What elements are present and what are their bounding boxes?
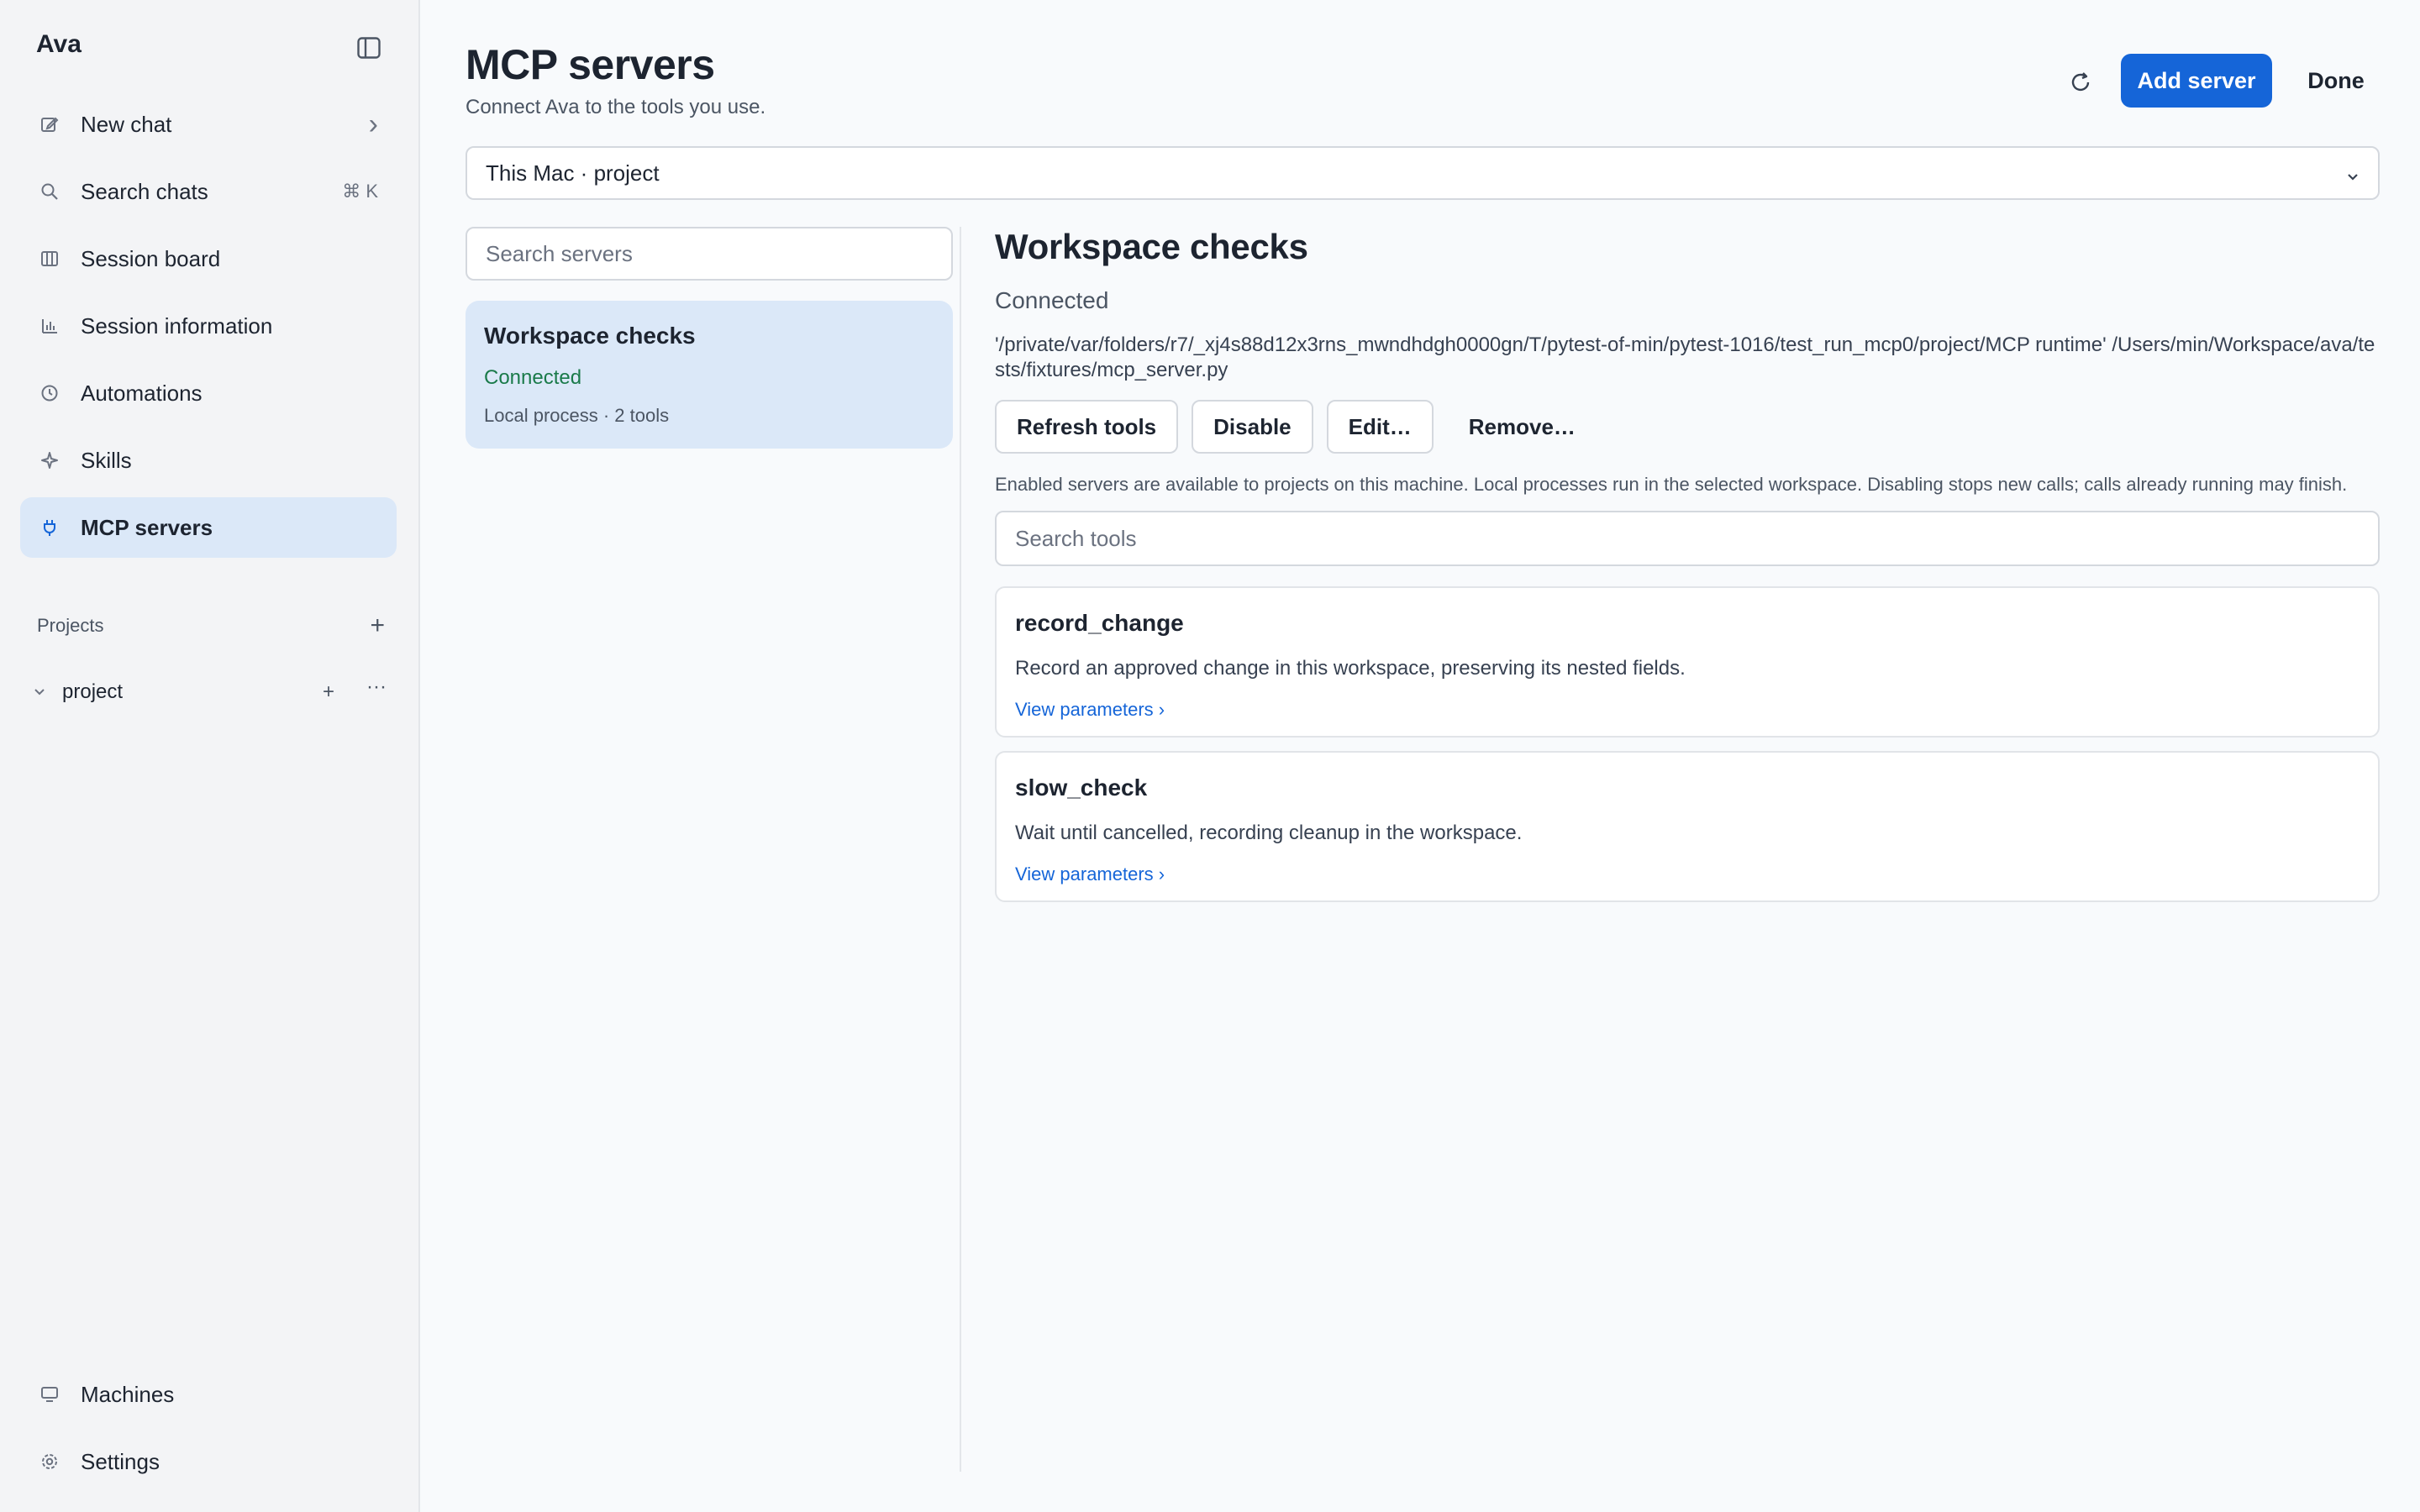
tool-name: record_change (1015, 610, 1184, 636)
chevron-down-icon[interactable] (34, 688, 52, 696)
refresh-icon[interactable] (2062, 64, 2099, 101)
chevron-down-icon (2346, 165, 2360, 191)
detail-status: Connected (995, 287, 1109, 313)
app-title: Ava (36, 30, 82, 58)
add-server-button[interactable]: Add server (2121, 54, 2272, 108)
gear-icon (37, 1449, 62, 1474)
sidebar-item-session-board[interactable]: Session board (20, 228, 397, 289)
monitor-icon (37, 1382, 62, 1407)
panel-divider (960, 227, 961, 1472)
board-icon (37, 246, 62, 271)
page-subtitle: Connect Ava to the tools you use. (466, 96, 766, 118)
sidebar-item-label: Settings (81, 1448, 160, 1474)
tool-card: slow_check Wait until cancelled, recordi… (995, 751, 2380, 902)
sidebar-bottom: Machines Settings (20, 1364, 397, 1499)
server-name: Workspace checks (484, 323, 696, 349)
remove-button[interactable]: Remove… (1447, 400, 1597, 454)
sidebar-item-label: Session information (81, 312, 273, 339)
chevron-right-icon: › (368, 108, 378, 140)
shortcut-hint: ⌘ K (342, 181, 378, 202)
tool-description: Wait until cancelled, recording cleanup … (1015, 822, 1523, 844)
detail-title: Workspace checks (995, 227, 1308, 266)
scope-select[interactable]: This Mac · project (466, 146, 2380, 200)
sidebar-item-label: Session board (81, 245, 221, 271)
refresh-tools-button[interactable]: Refresh tools (995, 400, 1179, 454)
new-project-chat-icon[interactable]: + (323, 680, 334, 704)
search-icon (37, 179, 62, 204)
sidebar-item-automations[interactable]: Automations (20, 363, 397, 423)
sidebar-item-new-chat[interactable]: New chat › (20, 94, 397, 155)
page-title: MCP servers (466, 41, 715, 88)
tool-name: slow_check (1015, 774, 1148, 801)
sidebar: Ava New chat › Search chats ⌘ K Session … (0, 0, 420, 1512)
server-meta: Local process · 2 tools (484, 405, 670, 426)
sidebar-item-search-chats[interactable]: Search chats ⌘ K (20, 161, 397, 222)
done-button[interactable]: Done (2292, 54, 2380, 108)
clock-icon (37, 381, 62, 406)
bar-chart-icon (37, 313, 62, 339)
sidebar-item-session-information[interactable]: Session information (20, 296, 397, 356)
sparkle-icon (37, 448, 62, 473)
view-parameters-link[interactable]: View parameters › (1015, 864, 1165, 885)
sidebar-item-machines[interactable]: Machines (20, 1364, 397, 1425)
sidebar-item-label: Automations (81, 380, 203, 406)
tool-description: Record an approved change in this worksp… (1015, 657, 1686, 680)
sidebar-item-skills[interactable]: Skills (20, 430, 397, 491)
tool-card: record_change Record an approved change … (995, 586, 2380, 738)
sidebar-toggle-icon[interactable] (355, 34, 383, 62)
edit-button[interactable]: Edit… (1326, 400, 1434, 454)
project-name: project (62, 680, 124, 703)
server-detail: Workspace checks Connected '/private/var… (995, 227, 2380, 902)
sidebar-item-label: Search chats (81, 178, 208, 204)
server-actions: Refresh tools Disable Edit… Remove… (995, 400, 2380, 454)
tool-search-input[interactable]: Search tools (995, 511, 2380, 566)
projects-header: Projects + (37, 612, 385, 640)
sidebar-item-label: Skills (81, 447, 132, 473)
disable-button[interactable]: Disable (1192, 400, 1313, 454)
add-project-icon[interactable]: + (370, 612, 385, 640)
more-options-icon[interactable]: ··· (366, 675, 387, 699)
sidebar-item-mcp-servers[interactable]: MCP servers (20, 497, 397, 558)
server-command: '/private/var/folders/r7/_xj4s88d12x3rns… (995, 333, 2375, 381)
sidebar-item-label: Machines (81, 1381, 175, 1407)
project-item[interactable]: project + ··· (34, 675, 387, 709)
plug-icon (37, 515, 62, 540)
detail-note: Enabled servers are available to project… (995, 474, 2348, 495)
sidebar-nav: New chat › Search chats ⌘ K Session boar… (20, 94, 397, 564)
scope-value: This Mac · project (486, 160, 660, 186)
main-panel: MCP servers Connect Ava to the tools you… (420, 0, 2420, 1512)
sidebar-item-settings[interactable]: Settings (20, 1431, 397, 1492)
server-search-input[interactable]: Search servers (466, 227, 953, 281)
compose-icon (37, 112, 62, 137)
server-list-item[interactable]: Workspace checks Connected Local process… (466, 301, 953, 449)
server-status: Connected (484, 366, 582, 389)
projects-label: Projects (37, 615, 104, 636)
view-parameters-link[interactable]: View parameters › (1015, 699, 1165, 721)
sidebar-item-label: New chat (81, 111, 172, 137)
sidebar-item-label: MCP servers (81, 514, 213, 540)
